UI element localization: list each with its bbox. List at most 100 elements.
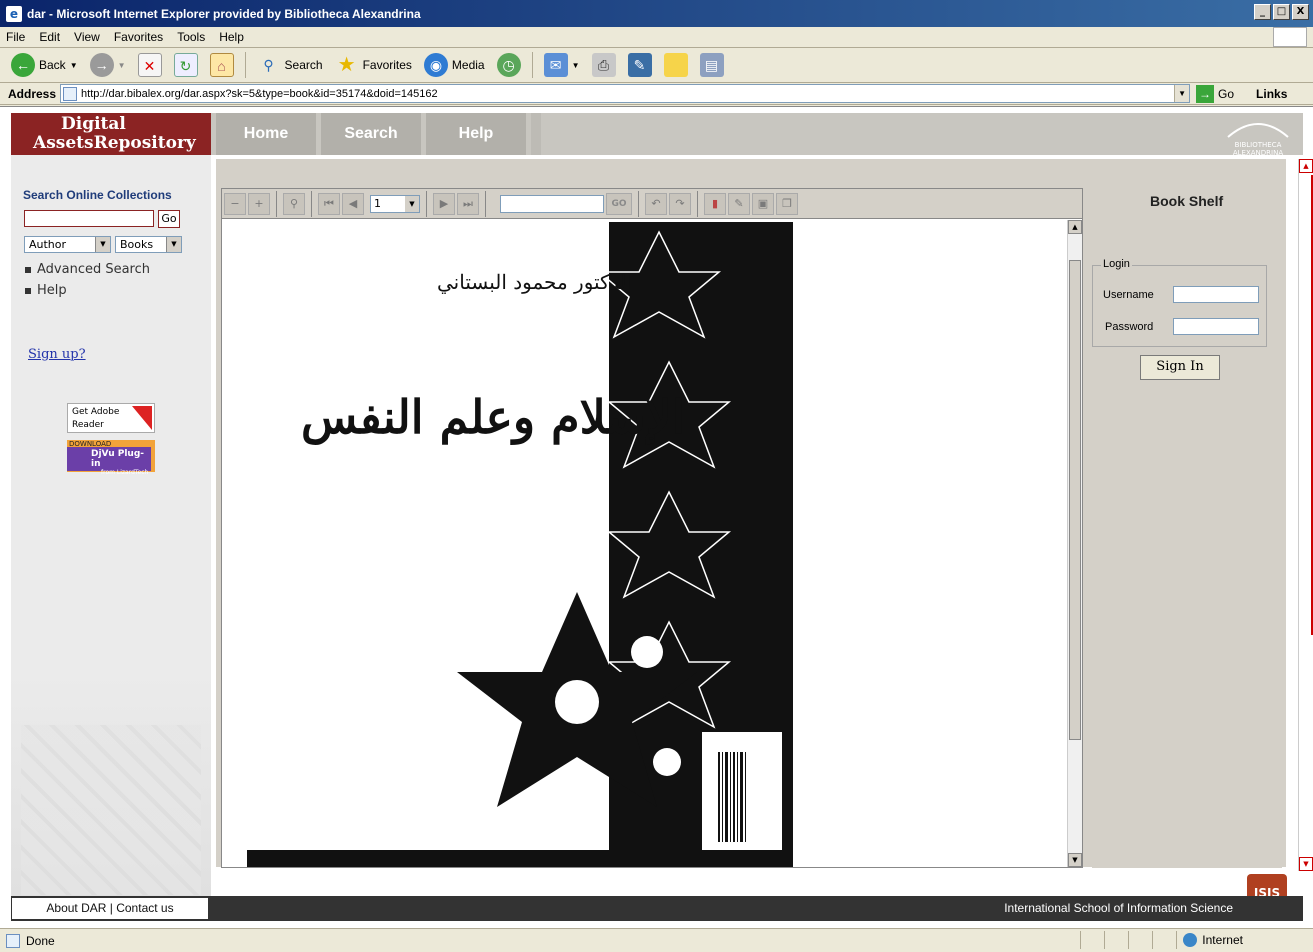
scroll-down-icon[interactable]: ▼: [1068, 853, 1082, 867]
last-page-icon[interactable]: ⏭: [457, 192, 479, 215]
back-dropdown-icon[interactable]: ▼: [70, 61, 78, 70]
nav-help[interactable]: Help: [426, 113, 526, 155]
menu-view[interactable]: View: [74, 30, 100, 44]
document-viewer: − + ⚲ ⏮ ◀ 1 ▼ ▶ ⏭ GO ↶ ↷ ▮ ✎ ▣ ❐ الدكتور…: [221, 188, 1083, 868]
sidebar-search-input[interactable]: [24, 210, 154, 227]
address-go-button[interactable]: → Go: [1196, 84, 1235, 103]
menu-edit[interactable]: Edit: [39, 30, 60, 44]
copy-icon[interactable]: ❐: [776, 192, 798, 215]
advanced-search-link[interactable]: Advanced Search: [25, 262, 150, 277]
page-scroll-up-icon[interactable]: ▲: [1299, 159, 1313, 173]
djvu-plugin-badge[interactable]: DOWNLOAD DjVu Plug-in from LizardTech: [67, 440, 155, 476]
sidebar-help-label: Help: [37, 283, 67, 298]
security-zone[interactable]: Internet: [1176, 931, 1313, 949]
page-select[interactable]: 1 ▼: [370, 194, 420, 213]
forward-button[interactable]: → ▼: [87, 51, 129, 79]
menu-file[interactable]: File: [6, 30, 25, 44]
fit-page-icon[interactable]: ⚲: [283, 192, 305, 215]
bibalex-label: BIBLIOTHECA ALEXANDRINA: [1232, 141, 1284, 157]
media-button[interactable]: ◉ Media: [421, 51, 488, 79]
signup-link[interactable]: Sign up?: [28, 347, 86, 362]
sign-in-button[interactable]: Sign In: [1140, 355, 1220, 380]
toolbar-divider: [244, 52, 246, 78]
menu-tools[interactable]: Tools: [177, 30, 205, 44]
undo-icon[interactable]: ↶: [645, 192, 667, 215]
print-button[interactable]: ⎙: [589, 51, 619, 79]
back-button[interactable]: ← Back ▼: [8, 51, 81, 79]
sidebar-decoration: [21, 725, 201, 895]
home-button[interactable]: ⌂: [207, 51, 237, 79]
ie-icon: e: [6, 5, 22, 22]
sidebar-go-button[interactable]: Go: [158, 210, 180, 228]
forward-dropdown-icon[interactable]: ▼: [118, 61, 126, 70]
address-go-label: Go: [1218, 86, 1235, 101]
first-page-icon[interactable]: ⏮: [318, 192, 340, 215]
viewer-search-input[interactable]: [500, 194, 604, 213]
status-panes: Internet: [1080, 931, 1313, 949]
viewer-scroll-thumb[interactable]: [1069, 260, 1081, 740]
nav-home[interactable]: Home: [216, 113, 316, 155]
bookmark-icon[interactable]: ▮: [704, 192, 726, 215]
search-type-select[interactable]: Books ▼: [115, 236, 182, 253]
zone-label: Internet: [1202, 933, 1243, 947]
nav-search[interactable]: Search: [321, 113, 421, 155]
refresh-icon: ↻: [173, 53, 198, 77]
redo-icon[interactable]: ↷: [669, 192, 691, 215]
mail-button[interactable]: ✉ ▼: [541, 51, 583, 79]
media-icon: ◉: [423, 53, 448, 77]
chevron-down-icon: ▼: [405, 195, 419, 212]
nav-spacer: [531, 113, 541, 155]
viewer-go-button[interactable]: GO: [606, 192, 632, 215]
username-input[interactable]: [1173, 286, 1259, 303]
search-field-select[interactable]: Author ▼: [24, 236, 111, 253]
viewer-toolbar: − + ⚲ ⏮ ◀ 1 ▼ ▶ ⏭ GO ↶ ↷ ▮ ✎ ▣ ❐: [222, 189, 1082, 219]
search-button[interactable]: ⚲ Search: [254, 51, 326, 79]
bibalex-logo[interactable]: BIBLIOTHECA ALEXANDRINA: [1223, 117, 1293, 157]
get-adobe-reader-badge[interactable]: Get Adobe Reader: [67, 403, 155, 433]
window-controls: _ □ X: [1254, 4, 1309, 20]
login-legend: Login: [1101, 258, 1132, 270]
address-input[interactable]: http://dar.bibalex.org/dar.aspx?sk=5&typ…: [60, 84, 1191, 103]
password-input[interactable]: [1173, 318, 1259, 335]
stop-button[interactable]: ✕: [135, 51, 165, 79]
window-title: dar - Microsoft Internet Explorer provid…: [27, 6, 421, 21]
page-icon: [63, 86, 78, 101]
note-icon: [663, 53, 688, 77]
about-contact-links[interactable]: About DAR | Contact us: [11, 897, 209, 920]
dar-logo[interactable]: Digital AssetsRepository: [11, 113, 211, 155]
address-dropdown-icon[interactable]: ▼: [1174, 85, 1190, 102]
menu-favorites[interactable]: Favorites: [114, 30, 163, 44]
bullet-icon: [25, 287, 31, 294]
book-shelf-title: Book Shelf: [1150, 193, 1224, 209]
stop-icon: ✕: [137, 53, 162, 77]
favorites-button[interactable]: ★ Favorites: [332, 51, 415, 79]
links-button[interactable]: Links: [1256, 87, 1287, 101]
page-done-icon: [6, 933, 20, 948]
next-page-icon[interactable]: ▶: [433, 192, 455, 215]
sidebar-help-link[interactable]: Help: [25, 283, 67, 298]
zoom-out-icon[interactable]: −: [224, 192, 246, 215]
history-button[interactable]: ◷: [494, 51, 524, 79]
search-type-value: Books: [120, 238, 154, 251]
discuss-button[interactable]: [661, 51, 691, 79]
close-button[interactable]: X: [1292, 4, 1309, 20]
previous-page-icon[interactable]: ◀: [342, 192, 364, 215]
browser-toolbar: ← Back ▼ → ▼ ✕ ↻ ⌂ ⚲ Search ★ Favorites …: [0, 48, 1313, 83]
refresh-button[interactable]: ↻: [171, 51, 201, 79]
viewer-divider: [426, 190, 427, 217]
page-scroll-down-icon[interactable]: ▼: [1299, 857, 1313, 871]
maximize-button[interactable]: □: [1273, 4, 1290, 20]
media-label: Media: [451, 58, 485, 72]
mail-dropdown-icon[interactable]: ▼: [572, 61, 580, 70]
scroll-up-icon[interactable]: ▲: [1068, 220, 1082, 234]
annotate-icon[interactable]: ✎: [728, 192, 750, 215]
page-scrollbar[interactable]: ▲ ▼: [1298, 159, 1313, 871]
go-arrow-icon: →: [1196, 84, 1215, 103]
edit-button[interactable]: ✎: [625, 51, 655, 79]
minimize-button[interactable]: _: [1254, 4, 1271, 20]
zoom-in-icon[interactable]: +: [248, 192, 270, 215]
research-button[interactable]: ▤: [697, 51, 727, 79]
save-icon[interactable]: ▣: [752, 192, 774, 215]
menu-help[interactable]: Help: [219, 30, 244, 44]
viewer-scrollbar[interactable]: ▲ ▼: [1067, 220, 1082, 867]
